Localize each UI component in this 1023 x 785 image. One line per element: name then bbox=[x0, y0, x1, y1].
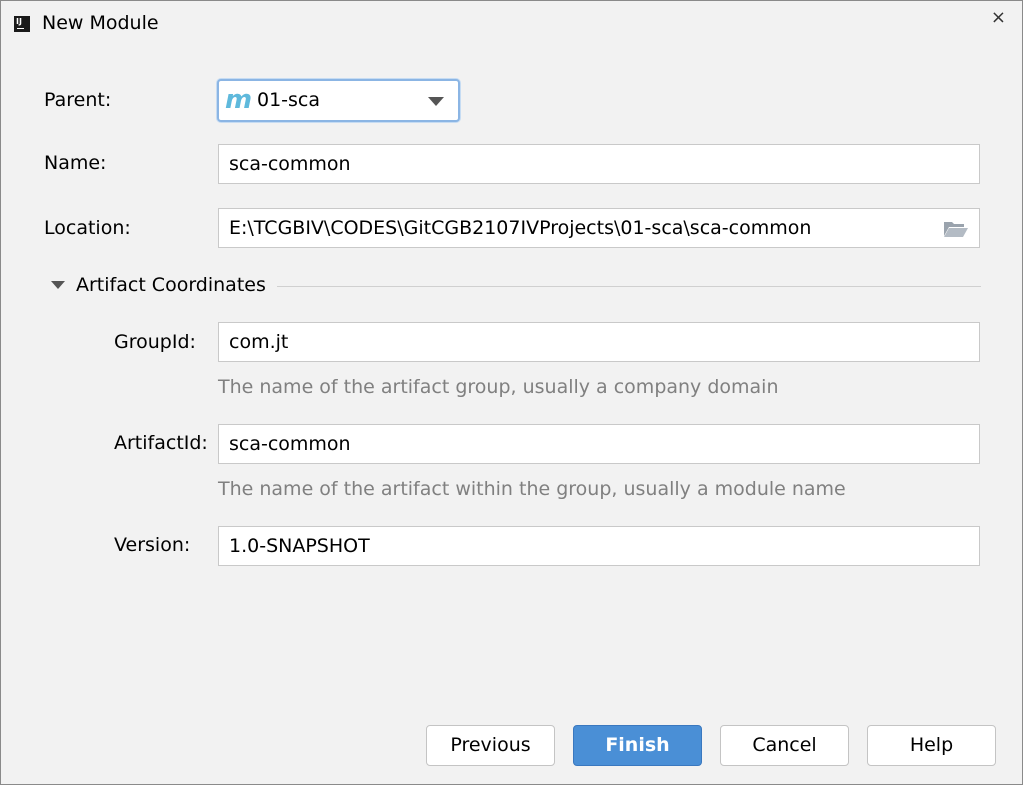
section-divider bbox=[277, 286, 981, 287]
artifact-id-hint: The name of the artifact within the grou… bbox=[218, 478, 846, 500]
title-bar: IJ New Module × bbox=[1, 1, 1022, 47]
collapse-toggle-icon[interactable] bbox=[51, 281, 65, 289]
group-id-field[interactable]: com.jt bbox=[218, 322, 980, 362]
parent-select-value: 01-sca bbox=[257, 89, 321, 111]
group-id-label: GroupId: bbox=[114, 331, 196, 353]
location-field-value: E:\TCGBIV\CODES\GitCGB2107IVProjects\01-… bbox=[229, 217, 812, 239]
intellij-app-icon: IJ bbox=[14, 16, 30, 32]
chevron-down-icon[interactable] bbox=[428, 97, 444, 106]
close-icon[interactable]: × bbox=[991, 7, 1006, 28]
parent-label: Parent: bbox=[44, 89, 112, 111]
cancel-button[interactable]: Cancel bbox=[720, 725, 849, 766]
version-field[interactable]: 1.0-SNAPSHOT bbox=[218, 526, 980, 566]
maven-module-icon: m bbox=[225, 85, 253, 115]
previous-button[interactable]: Previous bbox=[426, 725, 555, 766]
parent-select[interactable]: m 01-sca bbox=[217, 79, 460, 122]
help-button[interactable]: Help bbox=[867, 725, 996, 766]
location-label: Location: bbox=[44, 217, 131, 239]
name-field[interactable]: sca-common bbox=[218, 144, 980, 184]
finish-button[interactable]: Finish bbox=[573, 725, 702, 766]
artifact-id-label: ArtifactId: bbox=[114, 432, 208, 454]
location-field[interactable]: E:\TCGBIV\CODES\GitCGB2107IVProjects\01-… bbox=[218, 208, 980, 248]
group-id-hint: The name of the artifact group, usually … bbox=[218, 376, 779, 398]
version-label: Version: bbox=[114, 534, 191, 556]
artifact-id-field[interactable]: sca-common bbox=[218, 424, 980, 464]
folder-open-icon[interactable] bbox=[943, 220, 969, 238]
dialog-title: New Module bbox=[42, 12, 159, 34]
new-module-dialog: IJ New Module × Parent: m 01-sca Name: s… bbox=[0, 0, 1023, 785]
artifact-section-title[interactable]: Artifact Coordinates bbox=[76, 274, 266, 296]
name-label: Name: bbox=[44, 152, 107, 174]
